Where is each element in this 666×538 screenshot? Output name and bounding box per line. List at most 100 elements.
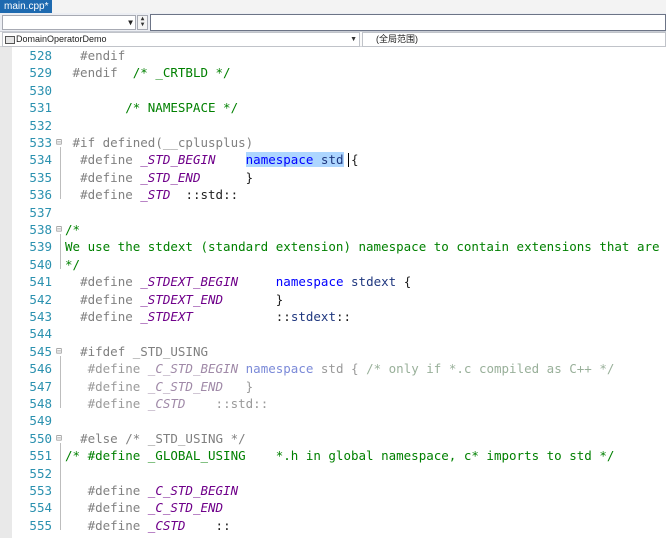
code-text: #define _STDEXT_BEGIN namespace stdext { [65, 273, 411, 290]
tab-main-cpp[interactable]: main.cpp* [0, 0, 53, 13]
code-token: #ifdef _STD_USING [80, 343, 208, 359]
code-line[interactable]: 535 #define _STD_END } [0, 169, 666, 186]
code-text: /* [65, 221, 80, 238]
project-icon [5, 36, 15, 44]
code-line[interactable]: 549 [0, 412, 666, 429]
code-line[interactable]: 539 We use the stdext (standard extension… [0, 238, 666, 255]
line-number: 543 [29, 309, 52, 324]
code-line[interactable]: 551 /* #define _GLOBAL_USING *.h in globa… [0, 447, 666, 464]
global-scope-label: (全局范围) [376, 34, 418, 44]
navigation-bar: DomainOperatorDemo ▼ (全局范围) [0, 32, 666, 47]
code-token: /* [65, 222, 81, 237]
code-token: _STD_BEGIN [140, 152, 216, 168]
code-editor[interactable]: 528 #endif 529 #endif /* _CRTBLD */530 531… [0, 47, 666, 538]
code-line[interactable]: 531 /* NAMESPACE */ [0, 99, 666, 116]
code-text: #define _CSTD :: [65, 517, 231, 534]
code-line[interactable]: 548 #define _CSTD ::std:: [0, 395, 666, 412]
code-text: #endif /* _CRTBLD */ [65, 64, 231, 81]
code-line[interactable]: 553 #define _C_STD_BEGIN [0, 482, 666, 499]
text-caret [348, 153, 349, 168]
line-number: 553 [29, 483, 52, 498]
line-number: 539 [29, 239, 52, 255]
code-line[interactable]: 536 #define _STD ::std:: [0, 186, 666, 203]
code-line[interactable]: 554 #define _C_STD_END [0, 499, 666, 516]
code-text: #define _C_STD_BEGIN namespace std { /* … [65, 360, 615, 377]
code-line[interactable]: 544 [0, 325, 666, 342]
code-line[interactable]: 545 ⊟ #ifdef _STD_USING [0, 343, 666, 360]
code-token: { [343, 152, 359, 168]
line-number: 540 [29, 256, 52, 272]
code-line[interactable]: 538 ⊟/* [0, 221, 666, 238]
code-line[interactable]: 529 #endif /* _CRTBLD */ [0, 64, 666, 81]
code-line[interactable]: 546 #define _C_STD_BEGIN namespace std {… [0, 360, 666, 377]
code-token: namespace [275, 274, 344, 290]
code-line[interactable]: 552 [0, 465, 666, 482]
code-token: #define [80, 274, 141, 290]
line-number: 554 [29, 500, 52, 516]
code-token: ::std:: [170, 187, 239, 203]
code-text: #if defined(__cplusplus) [65, 134, 254, 151]
code-line[interactable]: 528 #endif [0, 47, 666, 64]
project-scope-dropdown[interactable]: DomainOperatorDemo ▼ [2, 32, 360, 47]
line-number: 548 [29, 396, 52, 411]
code-line[interactable]: 541 #define _STDEXT_BEGIN namespace stde… [0, 273, 666, 290]
chevron-down-icon[interactable]: ▼ [350, 33, 357, 46]
code-text: #define _CSTD ::std:: [65, 395, 269, 412]
code-line[interactable]: 543 #define _STDEXT ::stdext:: [0, 308, 666, 325]
code-token: _STDEXT [140, 309, 193, 324]
code-token: namespace [245, 361, 314, 377]
code-token: #endif [80, 48, 126, 63]
code-line[interactable]: 555 #define _CSTD :: [0, 517, 666, 534]
code-token: #define [80, 309, 141, 324]
line-number: 531 [29, 100, 52, 116]
code-line[interactable]: 547 #define _C_STD_END } [0, 378, 666, 395]
code-text: /* NAMESPACE */ [65, 99, 238, 116]
code-token: We use the stdext (standard extension) n… [65, 239, 660, 255]
code-token: #define [87, 396, 148, 411]
code-line[interactable]: 537 [0, 204, 666, 221]
code-token: } [223, 291, 284, 307]
code-token: std [320, 152, 344, 168]
code-line[interactable]: 533 ⊟ #if defined(__cplusplus) [0, 134, 666, 151]
spin-arrows-icon[interactable]: ▲ ▼ [137, 15, 148, 30]
find-combo[interactable] [150, 14, 666, 31]
fold-guide-line [60, 355, 61, 408]
code-line[interactable]: 550 ⊟ #else /* _STD_USING */ [0, 430, 666, 447]
code-line[interactable]: 530 [0, 82, 666, 99]
code-token: */ [65, 256, 81, 272]
solution-config-combo[interactable]: ▼ [2, 15, 136, 30]
line-number: 537 [29, 204, 52, 220]
code-line[interactable]: 534 #define _STD_BEGIN namespace std { [0, 151, 666, 168]
code-token: _CSTD [147, 396, 186, 411]
code-token: :: [192, 309, 291, 324]
code-token: _STDEXT_END [140, 291, 224, 307]
code-line[interactable]: 532 [0, 117, 666, 134]
code-text: /* #define _GLOBAL_USING *.h in global n… [65, 447, 614, 464]
code-line[interactable]: 542 #define _STDEXT_END } [0, 291, 666, 308]
code-token: } [200, 169, 254, 185]
global-scope-dropdown[interactable]: (全局范围) [362, 32, 666, 47]
line-number: 536 [29, 187, 52, 203]
code-token: #define [87, 517, 148, 533]
line-number: 530 [29, 82, 52, 98]
code-token: #endif [72, 65, 118, 81]
fold-guide-line [60, 442, 61, 530]
code-token: _C_STD_BEGIN [147, 483, 239, 498]
fold-guide-line [60, 147, 61, 200]
chevron-down-icon[interactable]: ▼ [128, 16, 133, 29]
code-token: /* only if *.c compiled as C++ */ [366, 361, 615, 377]
code-token: #define [87, 378, 148, 394]
code-line[interactable]: 540 */ [0, 256, 666, 273]
code-token: #else [80, 430, 118, 446]
code-text: We use the stdext (standard extension) n… [65, 238, 660, 255]
